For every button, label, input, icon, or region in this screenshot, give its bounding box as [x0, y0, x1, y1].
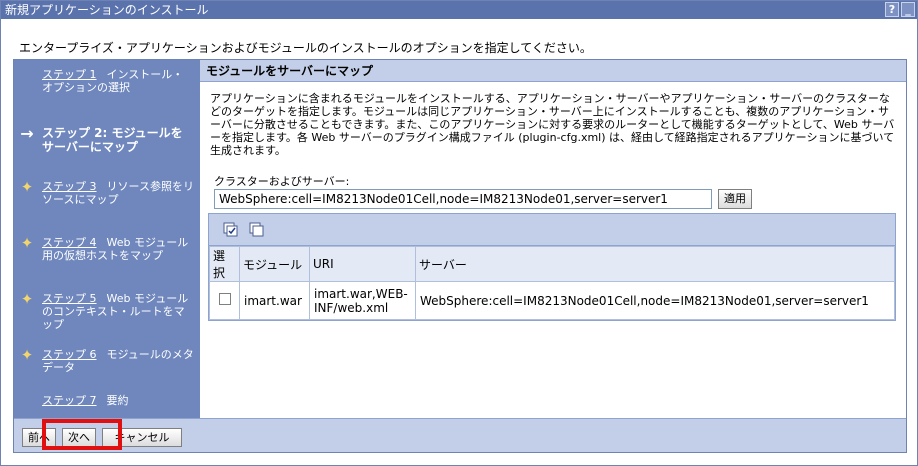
wizard-footer: 前へ 次へ キャンセル [14, 418, 906, 452]
instruction-text: エンタープライズ・アプリケーションおよびモジュールのインストールのオプションを指… [19, 41, 592, 55]
step-1-link[interactable]: ステップ 1 [42, 68, 97, 81]
window-titlebar: 新規アプリケーションのインストール ? _ [1, 1, 917, 19]
step-4-star-icon: ✦ [20, 234, 34, 252]
step-2-current: → ステップ 2: モジュールをサーバーにマップ [14, 126, 200, 170]
wizard-panel: ステップ 1 インストール・オプションの選択 → ステップ 2: モジュールをサー… [13, 59, 907, 453]
col-uri-header: URI [309, 246, 416, 282]
module-table: 選択 モジュール URI サーバー imart.war imart.war,WE… [209, 246, 895, 320]
step-7-link[interactable]: ステップ 7 [42, 394, 97, 407]
server-cell: WebSphere:cell=IM8213Node01Cell,node=IM8… [415, 281, 895, 320]
step-7-label: 要約 [106, 394, 129, 407]
step-1: ステップ 1 インストール・オプションの選択 [14, 68, 200, 98]
col-server-header: サーバー [415, 246, 895, 282]
cluster-server-select[interactable]: WebSphere:cell=IM8213Node01Cell,node=IM8… [214, 189, 712, 209]
install-wizard-window: 新規アプリケーションのインストール ? _ エンタープライズ・アプリケーションお… [0, 0, 918, 466]
window-title: 新規アプリケーションのインストール [5, 3, 209, 17]
section-header: モジュールをサーバーにマップ [200, 60, 906, 82]
step-5-star-icon: ✦ [20, 290, 34, 308]
table-row: imart.war imart.war,WEB-INF/web.xml WebS… [209, 281, 895, 320]
step-7: ステップ 7 要約 [14, 394, 200, 410]
step-5: ✦ ステップ 5 Web モジュールのコンテキスト・ルートをマップ [14, 292, 200, 332]
select-all-icon[interactable] [223, 222, 239, 238]
step-3-star-icon: ✦ [20, 178, 34, 196]
minimize-button[interactable]: _ [901, 2, 915, 17]
step-3: ✦ ステップ 3 リソース参照をリソースにマップ [14, 180, 200, 220]
table-header-row: 選択 モジュール URI サーバー [209, 246, 895, 282]
module-cell: imart.war [239, 281, 310, 320]
current-step-arrow-icon: → [20, 124, 34, 143]
uri-cell: imart.war,WEB-INF/web.xml [309, 281, 416, 320]
step-6-star-icon: ✦ [20, 346, 34, 364]
step-4-link[interactable]: ステップ 4 [42, 236, 97, 249]
row-select-checkbox[interactable] [218, 293, 231, 305]
col-select-header: 選択 [209, 246, 240, 282]
apply-button[interactable]: 適用 [718, 189, 752, 209]
module-mapping-table: 選択 モジュール URI サーバー imart.war imart.war,WE… [208, 213, 896, 321]
cluster-server-label: クラスターおよびサーバー: [214, 175, 350, 188]
col-module-header: モジュール [239, 246, 310, 282]
table-toolbar [209, 214, 895, 246]
step-6-link[interactable]: ステップ 6 [42, 348, 97, 361]
step-3-link[interactable]: ステップ 3 [42, 180, 97, 193]
steps-sidebar: ステップ 1 インストール・オプションの選択 → ステップ 2: モジュールをサー… [14, 60, 200, 418]
step-4: ✦ ステップ 4 Web モジュール用の仮想ホストをマップ [14, 236, 200, 276]
step-6: ✦ ステップ 6 モジュールのメタデータ [14, 348, 200, 378]
select-cell [209, 281, 240, 320]
next-button-highlight [42, 419, 122, 450]
section-description: アプリケーションに含まれるモジュールをインストールする、アプリケーション・サーバ… [210, 92, 895, 157]
step-5-link[interactable]: ステップ 5 [42, 292, 97, 305]
deselect-all-icon[interactable] [249, 222, 265, 238]
help-button[interactable]: ? [885, 2, 899, 17]
step-2-label: ステップ 2: モジュールをサーバーにマップ [42, 126, 183, 154]
